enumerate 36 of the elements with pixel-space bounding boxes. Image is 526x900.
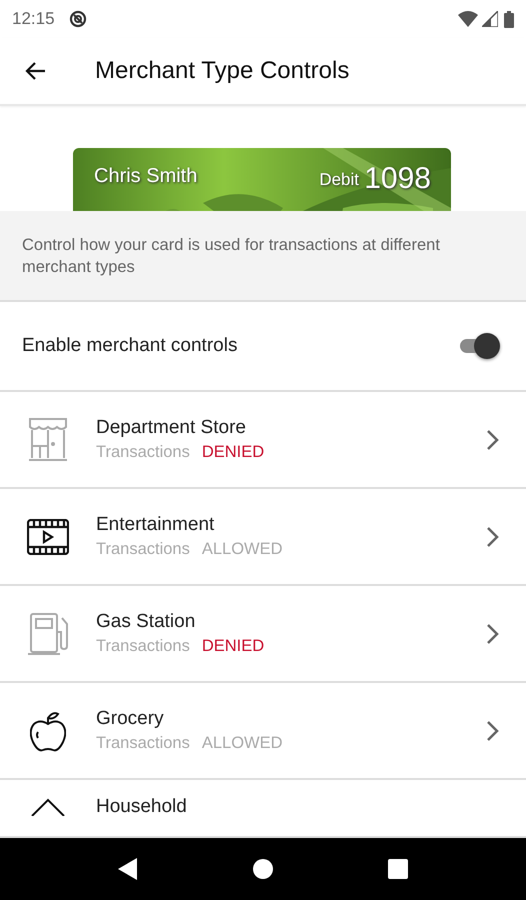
- screen-title: Merchant Type Controls: [95, 57, 350, 85]
- toggle-label: Enable merchant controls: [22, 335, 238, 358]
- storefront-icon: [27, 418, 69, 462]
- transactions-label: Transactions: [96, 443, 190, 462]
- transactions-label: Transactions: [96, 637, 190, 656]
- battery-icon: [504, 10, 514, 28]
- status-text: DENIED: [202, 637, 264, 656]
- apple-icon: [30, 710, 66, 752]
- data-saver-icon: [68, 10, 87, 28]
- card-number: 1098: [364, 162, 431, 196]
- transactions-label: Transactions: [96, 540, 190, 559]
- status-text: ALLOWED: [202, 540, 283, 559]
- status-text: ALLOWED: [202, 734, 283, 753]
- merchant-name: Household: [96, 796, 188, 818]
- merchant-name: Gas Station: [96, 611, 196, 633]
- signal-icon: [482, 11, 498, 27]
- chevron-right-icon[interactable]: [486, 428, 500, 450]
- merchant-name: Department Store: [96, 417, 247, 439]
- chevron-right-icon[interactable]: [486, 526, 500, 548]
- merchant-controls-switch[interactable]: [458, 333, 500, 360]
- description-text: Control how your card is used for transactions at different merchant types: [22, 235, 441, 278]
- home-nav-icon[interactable]: [252, 859, 273, 879]
- clock-time: 12:15: [12, 9, 55, 29]
- chevron-right-icon[interactable]: [486, 622, 500, 644]
- back-nav-icon[interactable]: [118, 858, 138, 880]
- cardholder-name: Chris Smith: [94, 165, 198, 188]
- card-type: Debit: [319, 170, 359, 190]
- status-text: DENIED: [202, 443, 264, 462]
- video-play-icon: [27, 518, 69, 554]
- chevron-right-icon[interactable]: [486, 720, 500, 742]
- wifi-icon: [458, 11, 478, 27]
- merchant-name: Entertainment: [96, 514, 216, 536]
- transactions-label: Transactions: [96, 734, 190, 753]
- recents-nav-icon[interactable]: [388, 859, 408, 879]
- merchant-name: Grocery: [96, 708, 165, 730]
- fuel-pump-icon: [27, 612, 69, 656]
